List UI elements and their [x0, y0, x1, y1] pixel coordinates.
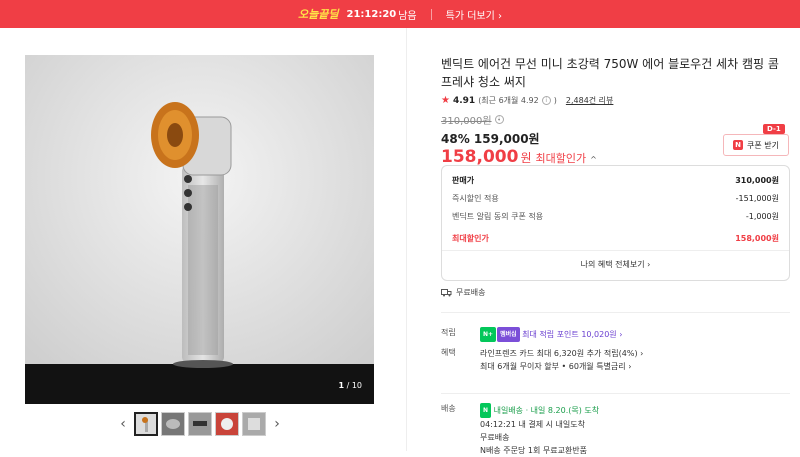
thumbnail-5[interactable]	[242, 412, 266, 436]
thumbnail-1[interactable]	[134, 412, 158, 436]
thumb-next-button[interactable]: ›	[269, 416, 285, 432]
star-icon: ★	[441, 95, 450, 106]
coupon-deadline-badge: D-1	[763, 124, 785, 134]
max-price-label: 최대할인가	[535, 152, 587, 165]
price-row-label: 판매가	[452, 176, 475, 185]
info-icon[interactable]: i	[541, 96, 551, 105]
max-price-number: 158,000	[441, 147, 519, 167]
points-label: 적립	[441, 328, 456, 337]
free-shipping-label: 무료배송	[456, 288, 486, 297]
deal-remaining: 남음	[398, 10, 417, 22]
section-divider	[441, 393, 790, 394]
benefits-label: 혜택	[441, 348, 456, 357]
air-blower-image	[25, 55, 374, 404]
deal-timer: 21:12:20	[346, 8, 397, 20]
naver-delivery-tag: N	[480, 403, 492, 418]
image-counter: 1 / 10	[338, 381, 362, 390]
price-row-value: -1,000원	[745, 212, 779, 221]
image-counter-total: / 10	[346, 381, 362, 390]
column-divider	[406, 28, 407, 451]
banner-divider	[430, 8, 432, 20]
price-row-total: 최대할인가 158,000원	[452, 232, 779, 246]
price-info-icon[interactable]: i	[494, 115, 504, 124]
delivery-row: 배송 N 내일배송 · 내일 8.20.(목) 도착 04:12:21 내 결제…	[441, 403, 599, 457]
coupon-label: 쿠폰 받기	[747, 140, 779, 150]
price-breakdown: 판매가 310,000원 즉시할인 적용 -151,000원 벤딕트 알림 동의…	[441, 165, 790, 281]
product-title: 벤딕트 에어건 무선 미니 초강력 750W 에어 블로우건 세차 캠핑 콤프레…	[441, 57, 779, 89]
total-label: 최대할인가	[452, 234, 489, 243]
rating-row: ★ 4.91 (최근 6개월 4.92 i ) 2,484건 리뷰	[441, 95, 791, 106]
section-divider	[441, 312, 790, 313]
price-row-coupon: 벤딕트 알림 동의 쿠폰 적용 -1,000원	[452, 210, 779, 224]
price-row-sale: 판매가 310,000원	[452, 174, 779, 188]
arrival-date: · 내일 8.20.(목) 도착	[525, 406, 600, 415]
delivery-label: 배송	[441, 404, 456, 413]
membership-tag: 멤버십	[497, 327, 520, 342]
reviews-link[interactable]: 2,484건 리뷰	[566, 95, 614, 106]
coupon-button[interactable]: N 쿠폰 받기	[723, 134, 789, 156]
original-price-row: 310,000원 i	[441, 112, 791, 127]
thumbnail-2[interactable]	[161, 412, 185, 436]
installment-link[interactable]: 최대 6개월 무이자 할부 • 60개월 특별금리 ›	[480, 360, 643, 373]
original-price: 310,000원	[441, 116, 492, 127]
total-value: 158,000원	[735, 234, 779, 243]
chevron-up-icon: ^	[590, 155, 597, 164]
image-counter-current: 1	[338, 381, 345, 390]
benefits-row: 혜택 라인프렌즈 카드 최대 6,320원 추가 적립(4%) › 최대 6개월…	[441, 347, 643, 373]
order-cutoff: 04:12:21 내 결제 시 내일도착	[480, 420, 585, 429]
truck-icon	[441, 289, 452, 297]
product-image[interactable]: 1 / 10	[25, 55, 374, 404]
rating-score: 4.91	[452, 95, 476, 106]
points-link[interactable]: 최대 적립 포인트 10,020원 ›	[522, 330, 622, 339]
card-benefit-link[interactable]: 라인프렌즈 카드 최대 6,320원 추가 적립(4%) ›	[480, 347, 643, 360]
all-benefits-link[interactable]: 나의 혜택 전체보기 ›	[452, 259, 779, 270]
thumb-prev-button[interactable]: ‹	[115, 416, 131, 432]
price-row-instant: 즉시할인 적용 -151,000원	[452, 192, 779, 206]
thumbnail-4[interactable]	[215, 412, 239, 436]
price-row-value: 310,000원	[735, 176, 779, 185]
deal-banner: 오늘끝딜 21:12:20 남음 특가 더보기 ›	[0, 0, 800, 28]
free-shipping-row: 무료배송	[441, 287, 485, 298]
thumbnail-3[interactable]	[188, 412, 212, 436]
thumbnail-strip: ‹ ›	[115, 412, 285, 436]
naver-plus-tag: N+	[480, 327, 497, 342]
delivery-free: 무료배송	[480, 433, 510, 442]
price-row-label: 벤딕트 알림 동의 쿠폰 적용	[452, 212, 544, 221]
points-row: 적립 N+ 멤버십 최대 적립 포인트 10,020원 ›	[441, 327, 622, 342]
recent-rating-close: )	[553, 96, 557, 105]
max-price-unit: 원	[520, 151, 532, 165]
price-row-label: 즉시할인 적용	[452, 194, 499, 203]
more-deals-link[interactable]: 특가 더보기 ›	[446, 7, 502, 22]
deal-logo: 오늘끝딜	[298, 8, 339, 21]
tomorrow-delivery: 내일배송	[493, 406, 524, 415]
pricebox-divider	[442, 250, 789, 251]
recent-rating: (최근 6개월 4.92	[478, 96, 539, 105]
price-row-value: -151,000원	[735, 194, 779, 203]
naver-n-icon: N	[733, 140, 743, 150]
